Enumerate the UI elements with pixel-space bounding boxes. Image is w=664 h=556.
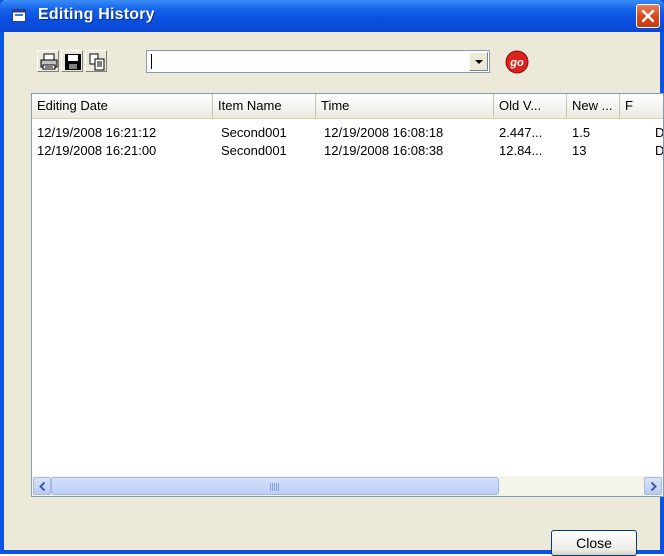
- cell-f: D: [655, 143, 664, 158]
- table-row[interactable]: 12/19/2008 16:21:00 Second001 12/19/2008…: [32, 142, 664, 160]
- window-title: Editing History: [38, 6, 155, 23]
- go-icon: go: [505, 50, 529, 74]
- title-bar[interactable]: Editing History: [0, 0, 664, 32]
- cell-new-value: 1.5: [572, 125, 591, 140]
- cell-new-value: 13: [572, 143, 587, 158]
- filter-combobox[interactable]: [146, 50, 490, 73]
- cell-editing-date: 12/19/2008 16:21:00: [37, 143, 157, 158]
- arrow-left-icon: [39, 482, 46, 491]
- editing-history-window: Editing History go Editing Date Item Nam…: [0, 0, 664, 556]
- column-header-new-value[interactable]: New ...: [567, 94, 620, 118]
- cell-time: 12/19/2008 16:08:38: [324, 143, 444, 158]
- save-button[interactable]: [61, 50, 83, 72]
- combobox-dropdown-button[interactable]: [469, 52, 488, 71]
- cell-item-name: Second001: [221, 143, 287, 158]
- svg-text:go: go: [509, 57, 524, 69]
- cell-old-value: 2.447...: [499, 125, 543, 140]
- column-header-editing-date[interactable]: Editing Date: [32, 94, 213, 118]
- scrollbar-grip: [270, 483, 280, 491]
- chevron-down-icon: [475, 60, 483, 64]
- window-close-button[interactable]: [636, 4, 660, 28]
- list-header: Editing Date Item Name Time Old V... New…: [32, 94, 663, 119]
- cell-old-value: 12.84...: [499, 143, 543, 158]
- editing-history-list[interactable]: Editing Date Item Name Time Old V... New…: [31, 93, 664, 497]
- go-button[interactable]: go: [504, 50, 530, 74]
- print-button[interactable]: [37, 50, 59, 72]
- column-header-item-name[interactable]: Item Name: [213, 94, 316, 118]
- close-button[interactable]: Close: [551, 530, 637, 556]
- copy-icon: [89, 53, 105, 71]
- cell-editing-date: 12/19/2008 16:21:12: [37, 125, 157, 140]
- printer-icon: [40, 53, 58, 70]
- scrollbar-thumb[interactable]: [51, 477, 499, 495]
- scroll-right-button[interactable]: [644, 477, 662, 495]
- arrow-right-icon: [650, 482, 657, 491]
- cell-time: 12/19/2008 16:08:18: [324, 125, 444, 140]
- table-row[interactable]: 12/19/2008 16:21:12 Second001 12/19/2008…: [32, 124, 664, 142]
- horizontal-scrollbar[interactable]: [32, 476, 663, 496]
- scroll-left-button[interactable]: [33, 477, 51, 495]
- copy-button[interactable]: [85, 50, 107, 72]
- column-header-time[interactable]: Time: [316, 94, 494, 118]
- text-caret: [151, 54, 152, 69]
- column-header-old-value[interactable]: Old V...: [494, 94, 567, 118]
- floppy-disk-icon: [65, 54, 81, 70]
- close-icon: [641, 9, 655, 23]
- cell-f: D: [655, 125, 664, 140]
- cell-item-name: Second001: [221, 125, 287, 140]
- column-header-f[interactable]: F: [620, 94, 663, 118]
- window-app-icon: [12, 9, 26, 22]
